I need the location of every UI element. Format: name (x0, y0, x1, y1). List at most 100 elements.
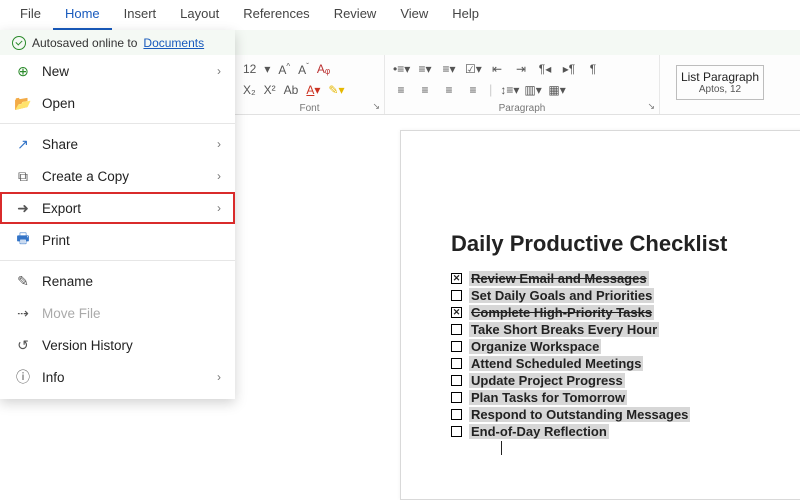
clear-format-icon[interactable]: Aᵩ (317, 62, 330, 76)
file-menu-label: Move File (42, 306, 101, 321)
bullets-icon[interactable]: •≡▾ (393, 62, 409, 76)
file-menu-move-file: ⇢ Move File (0, 297, 235, 329)
justify-icon[interactable]: ≡ (465, 83, 481, 97)
chevron-right-icon: › (217, 64, 221, 78)
checklist-item[interactable]: Respond to Outstanding Messages (451, 407, 769, 422)
file-menu-new[interactable]: ⊕New› (0, 55, 235, 87)
menu-tab-references[interactable]: References (231, 0, 321, 30)
checklist-item[interactable]: Take Short Breaks Every Hour (451, 322, 769, 337)
file-menu-label: Version History (42, 338, 133, 353)
menubar: FileHomeInsertLayoutReferencesReviewView… (0, 0, 800, 30)
checkbox-icon[interactable] (451, 341, 462, 352)
checklist-item[interactable]: Complete High-Priority Tasks (451, 305, 769, 320)
file-menu-label: Export (42, 201, 81, 216)
chevron-right-icon: › (217, 169, 221, 183)
checkbox-icon[interactable] (451, 409, 462, 420)
checkbox-icon[interactable] (451, 392, 462, 403)
align-right-icon[interactable]: ≡ (441, 83, 457, 97)
numbering-icon[interactable]: ≡▾ (417, 62, 433, 76)
file-menu-open[interactable]: 📂Open (0, 87, 235, 119)
checkbox-icon[interactable] (451, 307, 462, 318)
chevron-right-icon: › (217, 370, 221, 384)
file-menu-autosave: Autosaved online to Documents (0, 30, 235, 55)
highlight-icon[interactable]: ✎▾ (328, 83, 344, 97)
checklist-text[interactable]: Review Email and Messages (469, 271, 649, 286)
shrink-font-icon[interactable]: Aˇ (298, 62, 309, 77)
chevron-down-icon[interactable]: ▾ (264, 62, 270, 76)
style-name: List Paragraph (681, 70, 759, 84)
checklist-item[interactable]: Organize Workspace (451, 339, 769, 354)
menu-tab-view[interactable]: View (388, 0, 440, 30)
checklist-text[interactable]: Plan Tasks for Tomorrow (469, 390, 627, 405)
subscript-icon[interactable]: X₂ (243, 83, 256, 97)
checklist-text[interactable]: Take Short Breaks Every Hour (469, 322, 659, 337)
show-marks-icon[interactable]: ¶ (585, 62, 601, 76)
checklist-text[interactable]: Set Daily Goals and Priorities (469, 288, 654, 303)
checklist-item[interactable]: Attend Scheduled Meetings (451, 356, 769, 371)
print-icon: 🖶 (14, 231, 32, 249)
checklist-text[interactable]: Complete High-Priority Tasks (469, 305, 654, 320)
font-size-box[interactable]: 12 (243, 62, 256, 76)
checkbox-icon[interactable] (451, 358, 462, 369)
checklist: Review Email and Messages Set Daily Goals… (451, 271, 769, 439)
style-list-paragraph[interactable]: List Paragraph Aptos, 12 (676, 65, 764, 100)
align-center-icon[interactable]: ≡ (417, 83, 433, 97)
multilevel-icon[interactable]: ≡▾ (441, 62, 457, 76)
decrease-indent-icon[interactable]: ⇤ (489, 62, 505, 76)
file-menu-print[interactable]: 🖶Print (0, 224, 235, 256)
checklist-toolbar-icon[interactable]: ☑▾ (465, 62, 481, 76)
ribbon-group-paragraph: •≡▾ ≡▾ ≡▾ ☑▾ ⇤ ⇥ ¶◂ ▸¶ ¶ ≡ ≡ ≡ ≡ | ↕≡▾ ▥… (385, 55, 660, 114)
borders-icon[interactable]: ▦▾ (548, 83, 564, 97)
checklist-item[interactable]: End-of-Day Reflection (451, 424, 769, 439)
checkbox-icon[interactable] (451, 273, 462, 284)
paragraph-dialog-launcher-icon[interactable]: ↘ (647, 101, 655, 112)
file-menu-label: New (42, 64, 69, 79)
menu-tab-home[interactable]: Home (53, 0, 112, 30)
checkbox-icon[interactable] (451, 426, 462, 437)
checklist-text[interactable]: End-of-Day Reflection (469, 424, 609, 439)
checklist-text[interactable]: Organize Workspace (469, 339, 601, 354)
ltr-icon[interactable]: ¶◂ (537, 62, 553, 76)
checklist-text[interactable]: Respond to Outstanding Messages (469, 407, 690, 422)
change-case-icon[interactable]: Ab (284, 83, 299, 97)
menu-tab-review[interactable]: Review (322, 0, 389, 30)
autosave-location-link[interactable]: Documents (143, 36, 204, 50)
move-icon: ⇢ (14, 304, 32, 322)
file-menu-create-a-copy[interactable]: ⧉Create a Copy› (0, 160, 235, 192)
file-menu-separator (0, 260, 235, 261)
checklist-text[interactable]: Update Project Progress (469, 373, 625, 388)
grow-font-icon[interactable]: A^ (278, 62, 290, 77)
history-icon: ↺ (14, 336, 32, 354)
menu-tab-file[interactable]: File (8, 0, 53, 30)
checkbox-icon[interactable] (451, 290, 462, 301)
file-menu-label: Create a Copy (42, 169, 129, 184)
document-page[interactable]: Daily Productive Checklist Review Email … (400, 130, 800, 500)
checkbox-icon[interactable] (451, 324, 462, 335)
ribbon-group-font: 12 ▾ A^ Aˇ Aᵩ X₂ X² Ab A▾ ✎▾ Font ↘ (235, 55, 385, 114)
menu-tab-help[interactable]: Help (440, 0, 491, 30)
file-menu-share[interactable]: ↗Share› (0, 128, 235, 160)
increase-indent-icon[interactable]: ⇥ (513, 62, 529, 76)
file-menu-info[interactable]: ⓘInfo› (0, 361, 235, 393)
ribbon-group-label: Paragraph (385, 103, 659, 114)
checklist-item[interactable]: Update Project Progress (451, 373, 769, 388)
superscript-icon[interactable]: X² (264, 83, 276, 97)
menu-tab-layout[interactable]: Layout (168, 0, 231, 30)
checklist-item[interactable]: Plan Tasks for Tomorrow (451, 390, 769, 405)
file-menu-export[interactable]: ➜Export› (0, 192, 235, 224)
file-menu-label: Info (42, 370, 65, 385)
checklist-item[interactable]: Set Daily Goals and Priorities (451, 288, 769, 303)
document-title[interactable]: Daily Productive Checklist (451, 231, 769, 257)
file-menu-rename[interactable]: ✎Rename (0, 265, 235, 297)
checklist-item[interactable]: Review Email and Messages (451, 271, 769, 286)
rtl-icon[interactable]: ▸¶ (561, 62, 577, 76)
checklist-text[interactable]: Attend Scheduled Meetings (469, 356, 643, 371)
line-spacing-icon[interactable]: ↕≡▾ (500, 83, 516, 97)
font-color-icon[interactable]: A▾ (306, 83, 320, 97)
file-menu-version-history[interactable]: ↺ Version History (0, 329, 235, 361)
checkbox-icon[interactable] (451, 375, 462, 386)
font-dialog-launcher-icon[interactable]: ↘ (372, 101, 380, 112)
shading-icon[interactable]: ▥▾ (524, 83, 540, 97)
menu-tab-insert[interactable]: Insert (112, 0, 169, 30)
align-left-icon[interactable]: ≡ (393, 83, 409, 97)
